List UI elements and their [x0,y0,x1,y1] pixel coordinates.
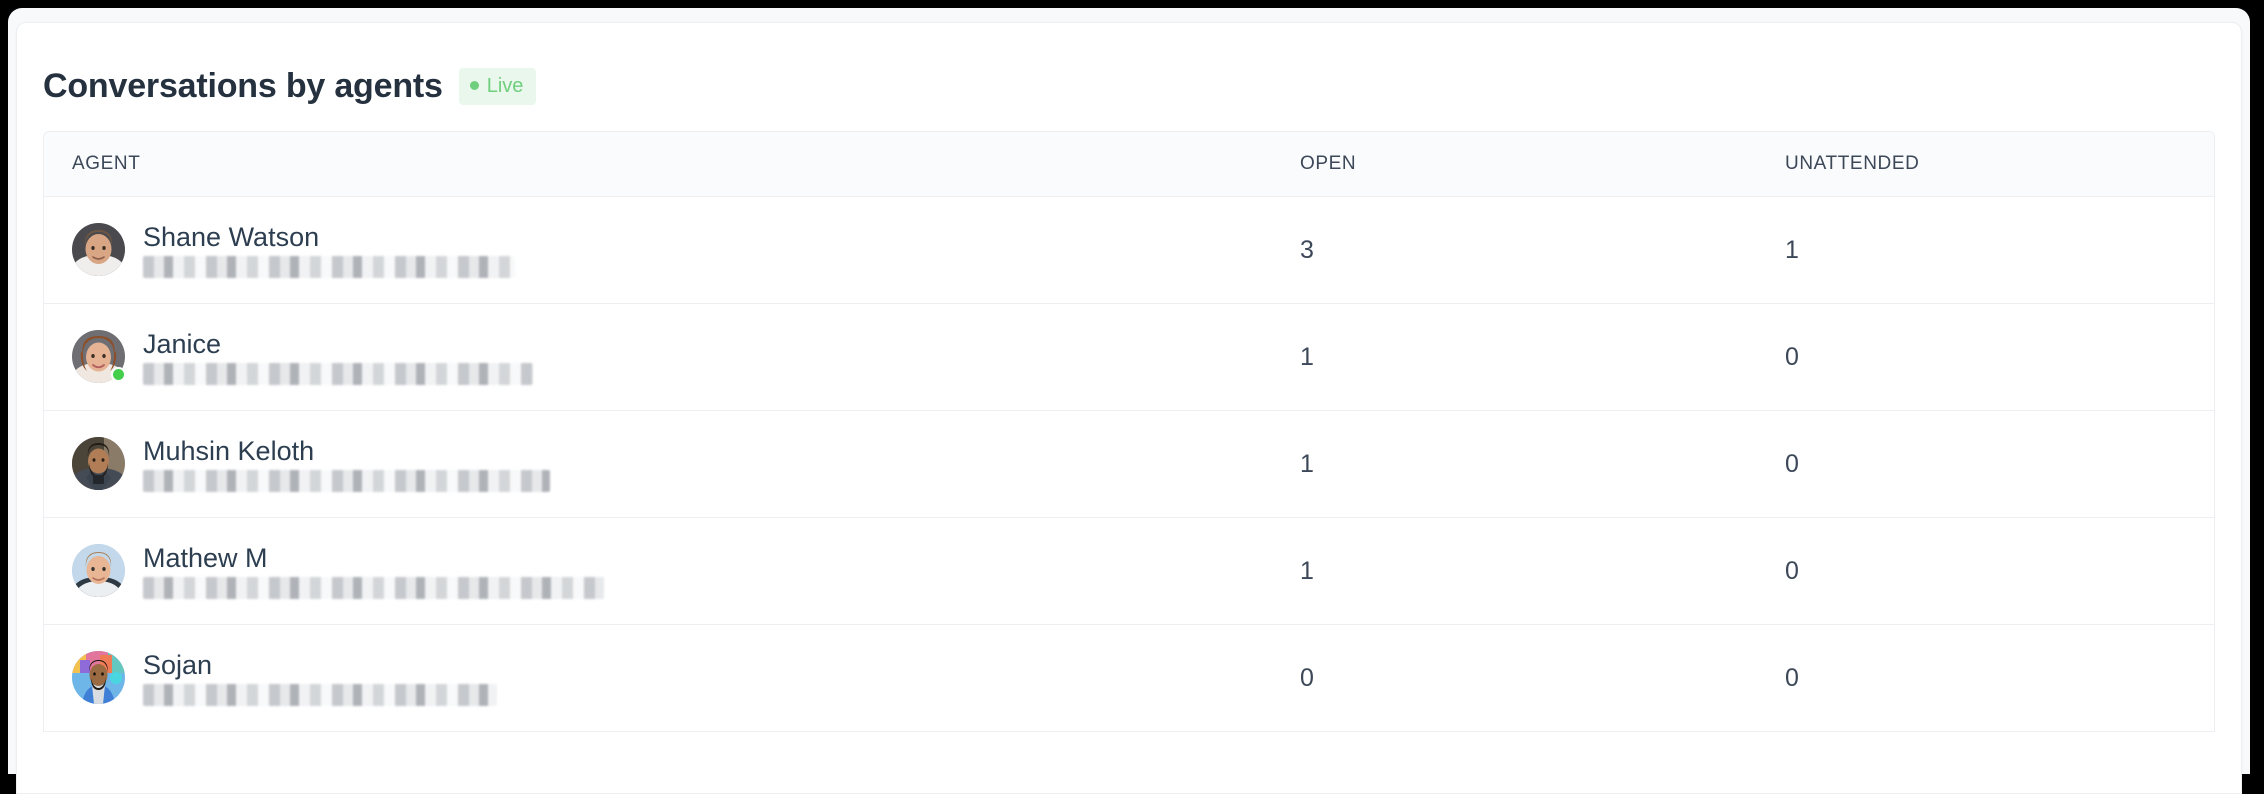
cell-open-count: 0 [1272,624,1757,731]
agent-name: Janice [143,328,533,360]
column-header-agent[interactable]: AGENT [44,132,1272,196]
agent-email-redacted: ████████████████████ [143,684,497,706]
status-badge: Live [459,68,537,105]
avatar-shane-watson [72,223,125,276]
table-row[interactable]: Janice ██████████████████████ 10 [44,303,2214,410]
agent-identity: Muhsin Keloth ███████████████████████ [72,435,1272,492]
table-header-row: AGENT OPEN UNATTENDED [44,132,2214,196]
table-row[interactable]: Shane Watson █████████████████████ 31 [44,196,2214,303]
avatar-mathew-m [72,544,125,597]
cell-agent: Janice ██████████████████████ [44,303,1272,410]
table-row[interactable]: Sojan ████████████████████ 00 [44,624,2214,731]
screenshot-frame: Conversations by agents Live AGENT OPEN … [0,0,2264,774]
table-row[interactable]: Mathew M ██████████████████████████ 10 [44,517,2214,624]
table-body: Shane Watson█████████████████████31Janic… [44,196,2214,731]
column-header-unattended[interactable]: UNATTENDED [1757,132,2214,196]
cell-open-count: 1 [1272,303,1757,410]
live-dot-icon [470,81,479,90]
cell-unattended-count: 0 [1757,410,2214,517]
avatar[interactable] [72,437,125,490]
cell-agent: Sojan ████████████████████ [44,624,1272,731]
avatar-muhsin-keloth [72,437,125,490]
status-badge-label: Live [487,75,524,97]
agent-name: Mathew M [143,542,604,574]
cell-unattended-count: 1 [1757,196,2214,303]
agent-identity: Shane Watson █████████████████████ [72,221,1272,278]
agent-name: Muhsin Keloth [143,435,550,467]
page-title: Conversations by agents [43,66,443,106]
agent-email-redacted: ███████████████████████ [143,470,550,492]
cell-open-count: 1 [1272,410,1757,517]
cell-unattended-count: 0 [1757,303,2214,410]
agents-table-container: AGENT OPEN UNATTENDED Shane Watson ██████… [43,131,2215,732]
cell-agent: Muhsin Keloth ███████████████████████ [44,410,1272,517]
cell-open-count: 1 [1272,517,1757,624]
conversations-by-agents-card: Conversations by agents Live AGENT OPEN … [16,22,2242,794]
agent-identity: Mathew M ██████████████████████████ [72,542,1272,599]
agent-email-redacted: █████████████████████ [143,256,515,278]
avatar[interactable] [72,330,125,383]
agent-identity: Janice ██████████████████████ [72,328,1272,385]
agents-table: AGENT OPEN UNATTENDED Shane Watson ██████… [44,132,2214,732]
table-header: AGENT OPEN UNATTENDED [44,132,2214,196]
cell-open-count: 3 [1272,196,1757,303]
agent-identity: Sojan ████████████████████ [72,649,1272,706]
agent-email-redacted: ██████████████████████ [143,363,533,385]
cell-agent: Mathew M ██████████████████████████ [44,517,1272,624]
column-header-open[interactable]: OPEN [1272,132,1757,196]
agent-text: Muhsin Keloth ███████████████████████ [143,435,550,492]
avatar-sojan [72,651,125,704]
avatar[interactable] [72,651,125,704]
agent-text: Sojan ████████████████████ [143,649,497,706]
cell-agent: Shane Watson █████████████████████ [44,196,1272,303]
avatar[interactable] [72,223,125,276]
agent-name: Sojan [143,649,497,681]
agent-text: Shane Watson █████████████████████ [143,221,515,278]
agent-name: Shane Watson [143,221,515,253]
avatar[interactable] [72,544,125,597]
online-status-icon [111,367,126,382]
card-header: Conversations by agents Live [17,23,2241,119]
cell-unattended-count: 0 [1757,624,2214,731]
cell-unattended-count: 0 [1757,517,2214,624]
table-row[interactable]: Muhsin Keloth ███████████████████████ 10 [44,410,2214,517]
agent-email-redacted: ██████████████████████████ [143,577,604,599]
agent-text: Janice ██████████████████████ [143,328,533,385]
agent-text: Mathew M ██████████████████████████ [143,542,604,599]
